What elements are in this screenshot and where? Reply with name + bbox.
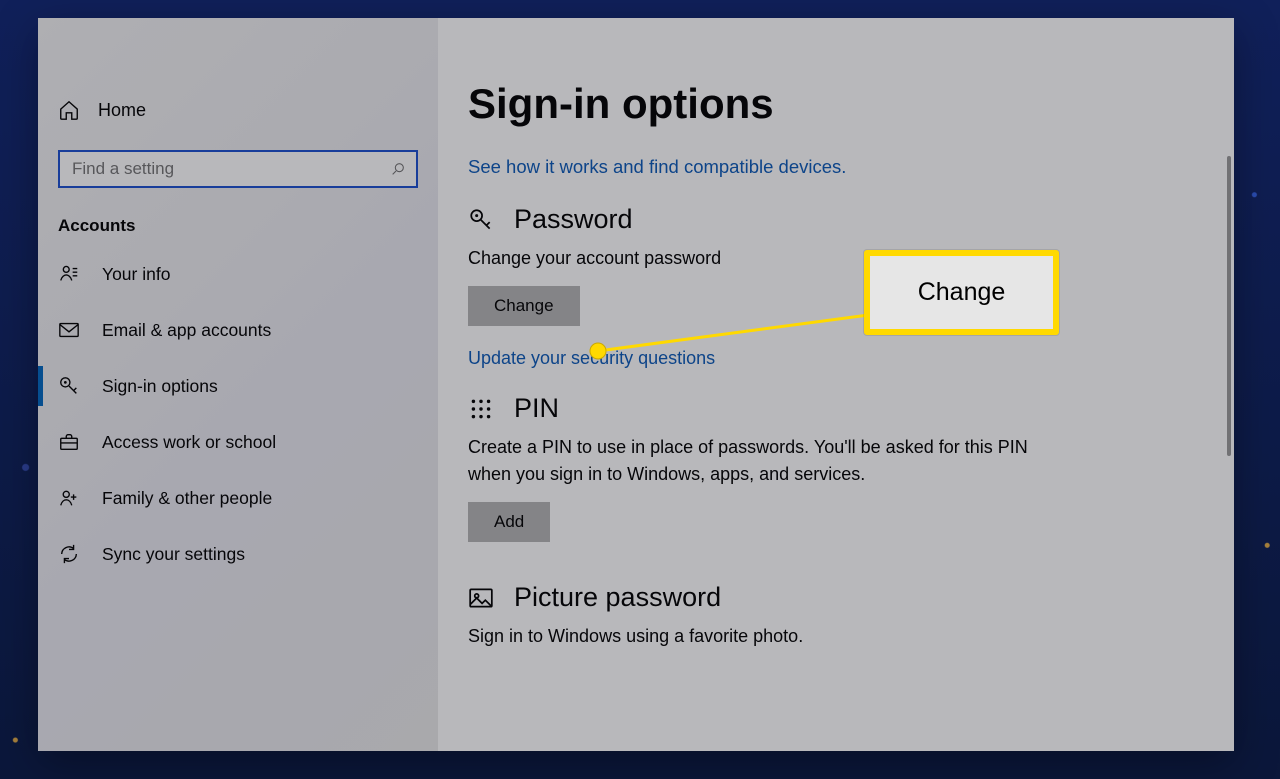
- compatible-devices-link[interactable]: See how it works and find compatible dev…: [468, 156, 1234, 178]
- sidebar-item-email[interactable]: Email & app accounts: [38, 302, 438, 358]
- sidebar-section-label: Accounts: [38, 208, 438, 246]
- sidebar-item-your-info[interactable]: Your info: [38, 246, 438, 302]
- change-password-button[interactable]: Change: [468, 286, 580, 326]
- main-panel: Sign-in options See how it works and fin…: [438, 18, 1234, 751]
- image-icon: [468, 585, 494, 611]
- settings-window: Settings Home Accounts: [38, 18, 1234, 751]
- search-icon: [390, 161, 406, 177]
- people-icon: [58, 487, 80, 509]
- sidebar-item-label: Family & other people: [102, 488, 272, 509]
- sidebar-item-sync[interactable]: Sync your settings: [38, 526, 438, 582]
- scrollbar[interactable]: [1227, 156, 1231, 456]
- change-button-callout: Change: [864, 250, 1059, 335]
- callout-label: Change: [918, 278, 1006, 307]
- person-icon: [58, 263, 80, 285]
- page-title: Sign-in options: [468, 80, 1234, 128]
- sidebar-item-family[interactable]: Family & other people: [38, 470, 438, 526]
- sidebar-item-work-school[interactable]: Access work or school: [38, 414, 438, 470]
- sidebar-item-label: Sign-in options: [102, 376, 218, 397]
- picture-heading-row: Picture password: [468, 582, 1028, 613]
- keypad-icon: [468, 396, 494, 422]
- pin-description: Create a PIN to use in place of password…: [468, 434, 1028, 488]
- picture-description: Sign in to Windows using a favorite phot…: [468, 623, 1028, 650]
- password-heading: Password: [514, 204, 633, 235]
- home-label: Home: [98, 100, 146, 121]
- pin-section: PIN Create a PIN to use in place of pass…: [468, 393, 1028, 542]
- picture-password-section: Picture password Sign in to Windows usin…: [468, 582, 1028, 650]
- add-pin-button[interactable]: Add: [468, 502, 550, 542]
- sidebar-item-label: Email & app accounts: [102, 320, 271, 341]
- key-icon: [468, 207, 494, 233]
- briefcase-icon: [58, 431, 80, 453]
- sidebar-home[interactable]: Home: [38, 86, 438, 134]
- password-heading-row: Password: [468, 204, 1028, 235]
- search-wrap: [38, 134, 438, 208]
- sidebar-item-label: Access work or school: [102, 432, 276, 453]
- sidebar-item-label: Your info: [102, 264, 170, 285]
- sidebar-item-label: Sync your settings: [102, 544, 245, 565]
- mail-icon: [58, 319, 80, 341]
- sync-icon: [58, 543, 80, 565]
- search-field[interactable]: [58, 150, 418, 188]
- search-input[interactable]: [70, 158, 390, 180]
- picture-heading: Picture password: [514, 582, 721, 613]
- settings-sidebar: Home Accounts Your info Email & app acco…: [38, 18, 438, 751]
- pin-heading: PIN: [514, 393, 559, 424]
- home-icon: [58, 99, 80, 121]
- key-icon: [58, 375, 80, 397]
- pin-heading-row: PIN: [468, 393, 1028, 424]
- sidebar-item-signin-options[interactable]: Sign-in options: [38, 358, 438, 414]
- security-questions-link[interactable]: Update your security questions: [468, 348, 1028, 369]
